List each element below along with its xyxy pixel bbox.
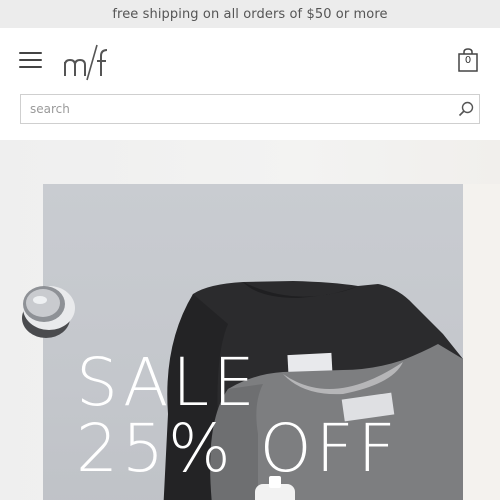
cosmetic-jar-icon [18,278,78,342]
hamburger-menu-icon[interactable] [19,51,42,69]
hero-headline-line2: 25% OFF [76,410,400,487]
search-bar [20,94,480,124]
hero-headline-line1: SALE [76,344,259,421]
search-icon[interactable] [458,101,474,117]
hero-side-panel [463,184,500,500]
brand-logo[interactable] [64,42,110,82]
cart-count: 0 [464,55,472,66]
site-header: 0 [0,28,500,92]
promo-banner: free shipping on all orders of $50 or mo… [0,0,500,28]
logo-mark [64,44,108,81]
shopping-bag-icon[interactable]: 0 [457,48,479,72]
hero-banner[interactable]: SALE 25% OFF [0,140,500,500]
search-input[interactable] [21,95,441,123]
promo-text: free shipping on all orders of $50 or mo… [112,6,388,22]
